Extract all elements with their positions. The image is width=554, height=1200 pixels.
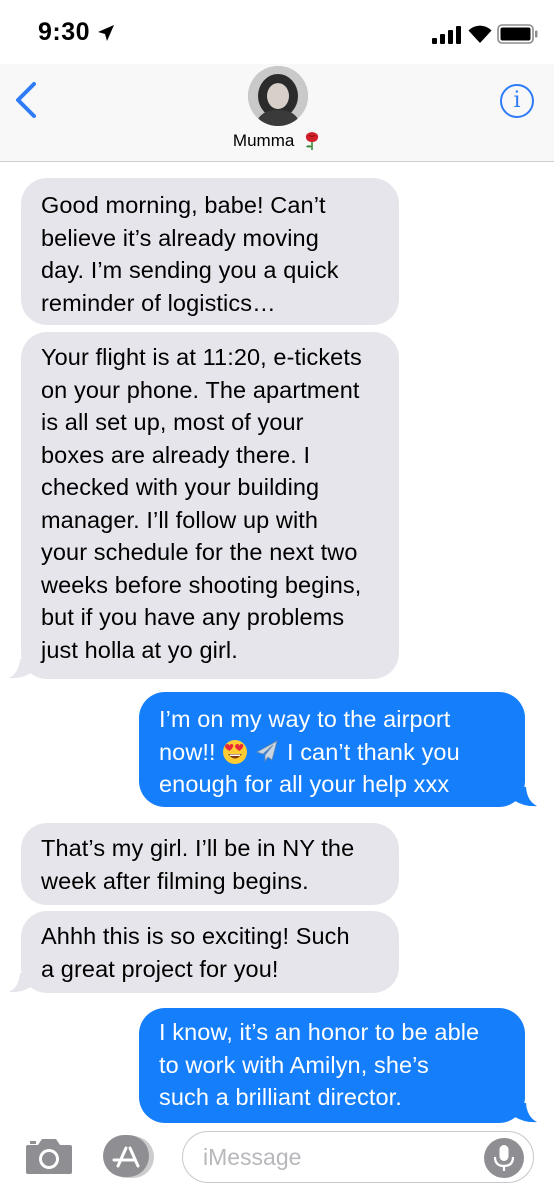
incoming-message-bubble[interactable]: Your flight is at 11:20, e-tickets on yo… <box>21 332 399 679</box>
location-arrow-icon <box>98 25 114 41</box>
message-text: Ahhh this is so exciting! Such a great p… <box>41 923 350 982</box>
signal-icon <box>432 26 461 44</box>
message-text: I know, it’s an honor to be able to work… <box>159 1019 480 1110</box>
conversation-header: Mumma i <box>0 64 554 162</box>
incoming-message-bubble[interactable]: Ahhh this is so exciting! Such a great p… <box>21 911 399 993</box>
outgoing-message-bubble[interactable]: I’m on my way to the airport now!! I can… <box>139 692 525 807</box>
imessage-input[interactable] <box>182 1131 534 1183</box>
microphone-icon <box>493 1145 515 1171</box>
message-text: I’m on my way to the airport now!! I can… <box>159 703 505 801</box>
microphone-button[interactable] <box>484 1138 524 1178</box>
message-fragment: now!! <box>159 738 223 765</box>
message-fragment: I can’t thank you <box>280 738 460 765</box>
camera-icon[interactable] <box>24 1136 74 1176</box>
battery-icon <box>497 24 538 44</box>
avatar-photo <box>248 66 308 126</box>
status-time: 9:30 <box>38 18 91 46</box>
message-line: enough for all your help xxx <box>159 771 450 797</box>
airplane-emoji <box>256 739 278 762</box>
contact-name: Mumma <box>232 130 295 150</box>
bubble-tail-outgoing <box>515 1103 537 1123</box>
heart-eyes-emoji <box>223 739 248 764</box>
rose-icon <box>305 131 319 150</box>
status-bar: 9:30 <box>0 0 554 64</box>
message-text: That’s my girl. I’ll be in NY the week a… <box>41 835 355 894</box>
message-text: Good morning, babe! Can’t believe it’s a… <box>41 192 339 316</box>
app-store-icon[interactable] <box>102 1134 156 1180</box>
info-icon[interactable]: i <box>500 84 534 118</box>
contact-title[interactable]: Mumma <box>0 130 554 151</box>
avatar[interactable] <box>248 66 308 126</box>
wifi-icon <box>468 25 492 43</box>
message-line: now!! I can’t thank you <box>159 736 505 769</box>
bubble-tail-incoming <box>9 973 31 993</box>
bubble-tail-outgoing <box>515 787 537 807</box>
input-bar <box>0 1124 554 1200</box>
incoming-message-bubble[interactable]: That’s my girl. I’ll be in NY the week a… <box>21 823 399 905</box>
message-line: I’m on my way to the airport <box>159 706 451 732</box>
incoming-message-bubble[interactable]: Good morning, babe! Can’t believe it’s a… <box>21 178 399 325</box>
outgoing-message-bubble[interactable]: I know, it’s an honor to be able to work… <box>139 1008 525 1123</box>
bubble-tail-incoming <box>9 659 31 679</box>
back-chevron-icon[interactable] <box>8 78 44 122</box>
message-text: Your flight is at 11:20, e-tickets on yo… <box>41 344 362 663</box>
